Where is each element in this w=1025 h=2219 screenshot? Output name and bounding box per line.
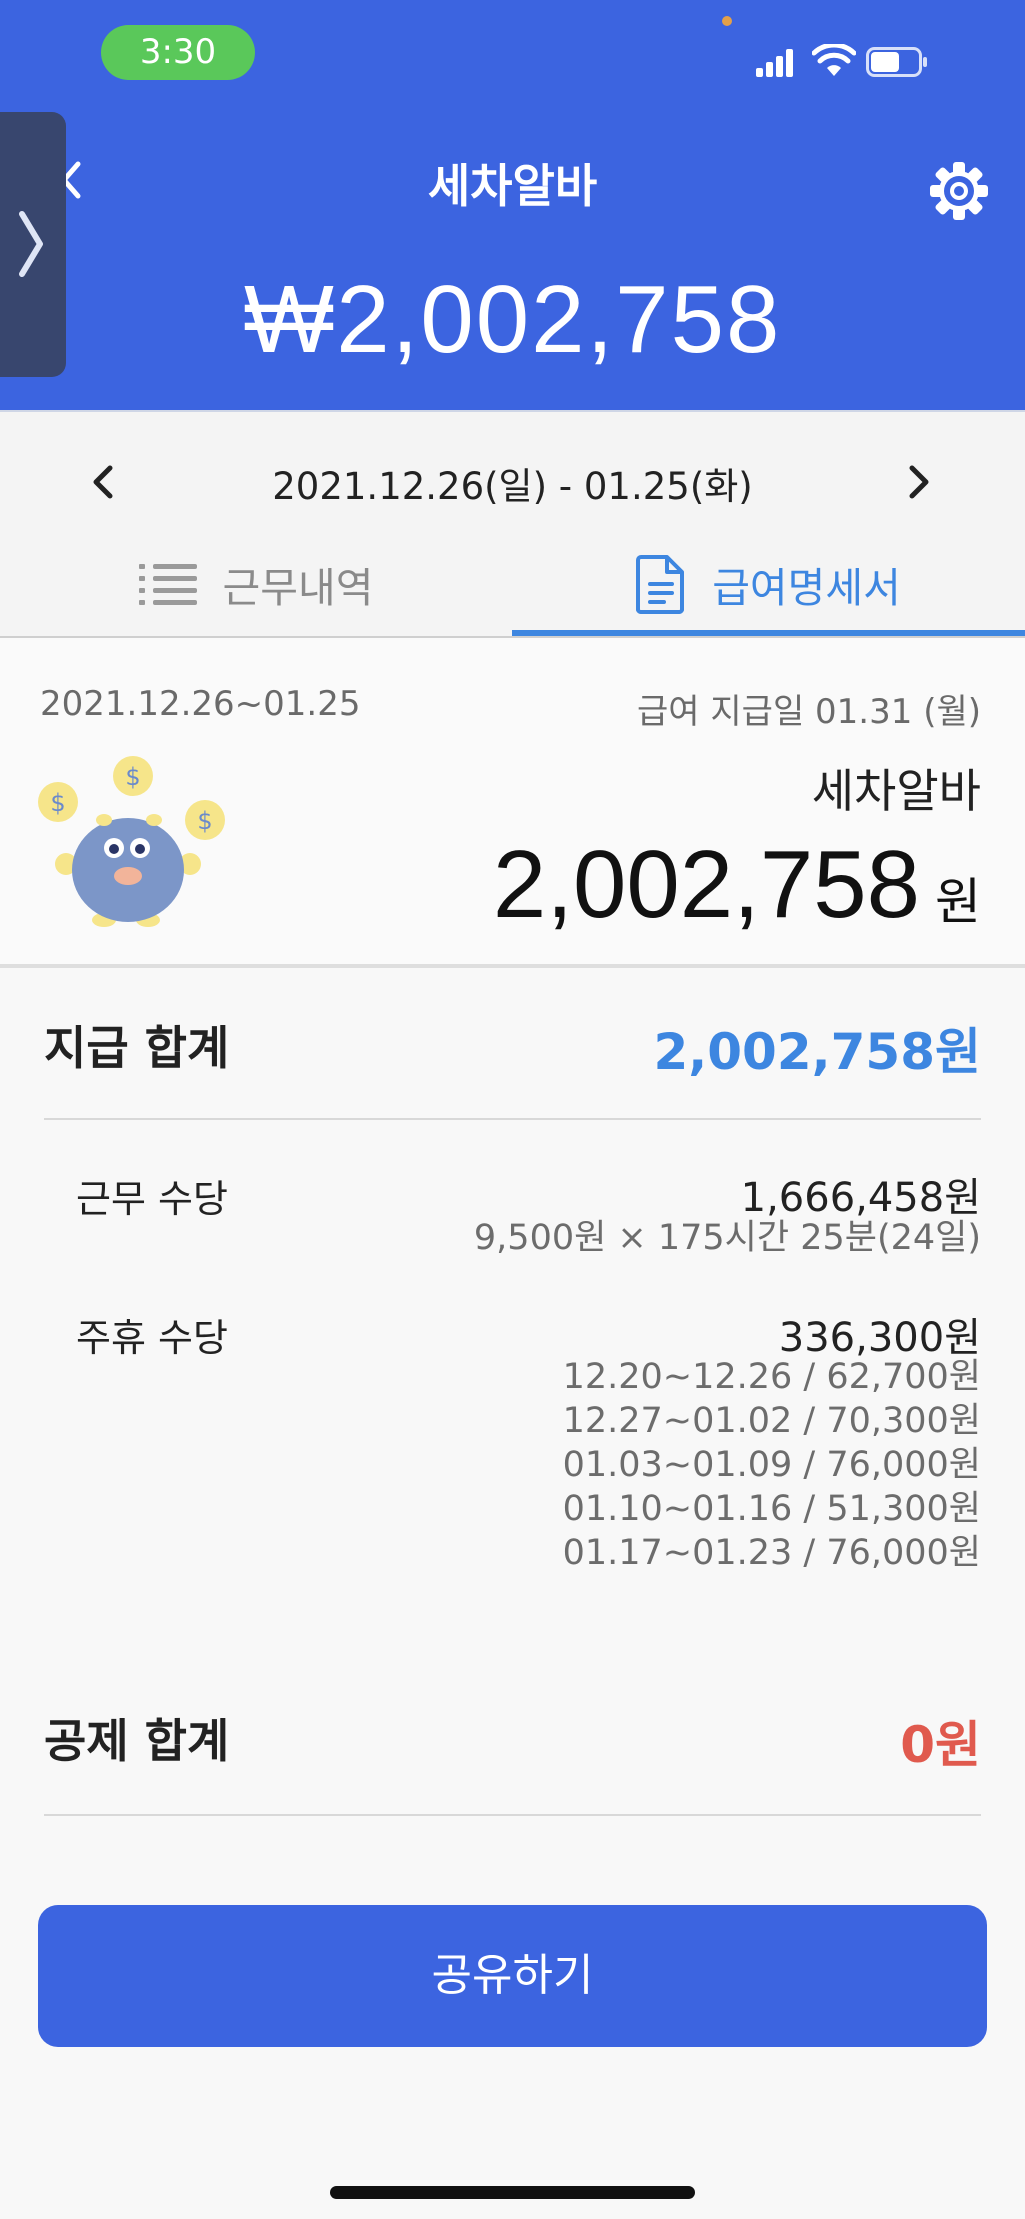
work-allowance-value: 1,666,458원 <box>740 1175 981 1221</box>
summary-job-name: 세차알바 <box>811 764 981 818</box>
weekly-holiday-detail: 12.27~01.02 / 70,300원 <box>562 1401 981 1441</box>
tab-payslip-label: 급여명세서 <box>712 564 901 612</box>
svg-text:$: $ <box>50 789 65 817</box>
cellular-signal-icon <box>756 47 794 77</box>
divider <box>44 1118 981 1120</box>
summary-currency-unit: 원 <box>935 873 981 931</box>
total-pay-value: 2,002,758원 <box>653 1023 981 1081</box>
mascot-illustration: $ $ $ <box>38 756 225 927</box>
period-range: 2021.12.26(일) - 01.25(화) <box>272 465 753 508</box>
recording-indicator-icon <box>722 16 732 26</box>
battery-icon <box>866 47 927 77</box>
page-title: 세차알바 <box>427 159 598 213</box>
weekly-holiday-detail: 01.17~01.23 / 76,000원 <box>562 1533 981 1573</box>
svg-text:$: $ <box>197 807 212 835</box>
coin-icon: $ <box>38 782 78 822</box>
list-icon <box>138 564 197 605</box>
svg-text:$: $ <box>125 763 140 791</box>
document-icon <box>636 555 685 614</box>
work-allowance-label: 근무 수당 <box>76 1177 228 1221</box>
weekly-holiday-detail: 01.03~01.09 / 76,000원 <box>562 1445 981 1485</box>
app-header: 3:30 세차알바 ₩2,002,758 <box>0 0 1025 410</box>
status-time: 3:30 <box>101 25 255 80</box>
tab-work-history-label: 근무내역 <box>222 564 374 612</box>
wifi-icon <box>812 44 856 76</box>
summary-period: 2021.12.26~01.25 <box>40 684 361 724</box>
tab-payslip[interactable]: 급여명세서 <box>512 530 1025 638</box>
weekly-holiday-detail: 01.10~01.16 / 51,300원 <box>562 1489 981 1529</box>
divider <box>44 1814 981 1816</box>
work-allowance-detail: 9,500원 × 175시간 25분(24일) <box>473 1218 981 1258</box>
summary-amount: 2,002,758 <box>492 831 920 938</box>
active-tab-indicator <box>512 630 1025 636</box>
weekly-holiday-allowance-label: 주휴 수당 <box>76 1316 228 1360</box>
payslip-screen: 3:30 세차알바 ₩2,002,758 2021.12.26(일) - 01.… <box>0 0 1025 2219</box>
home-indicator[interactable] <box>330 2186 695 2199</box>
share-button[interactable]: 공유하기 <box>38 1905 987 2047</box>
tab-work-history[interactable]: 근무내역 <box>0 530 512 638</box>
header-total-amount: ₩2,002,758 <box>243 266 782 373</box>
pay-date: 급여 지급일 01.31 (월) <box>637 692 981 732</box>
total-deduction-value: 0원 <box>900 1716 981 1774</box>
gear-icon[interactable] <box>928 160 990 222</box>
coin-icon: $ <box>185 800 225 840</box>
total-pay-label: 지급 합계 <box>44 1021 230 1075</box>
coin-icon: $ <box>113 756 153 796</box>
total-deduction-label: 공제 합계 <box>44 1714 230 1768</box>
weekly-holiday-detail: 12.20~12.26 / 62,700원 <box>562 1357 981 1397</box>
